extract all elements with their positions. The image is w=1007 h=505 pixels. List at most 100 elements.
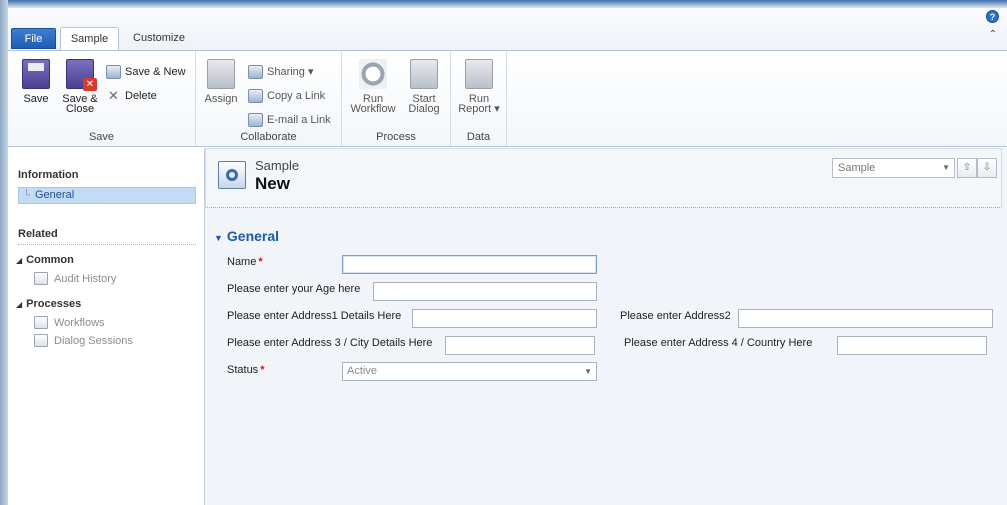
run-workflow-label-2: Workflow xyxy=(350,103,396,115)
previous-record-button[interactable]: ⇧ xyxy=(957,158,977,178)
save-new-label: Save & New xyxy=(125,66,186,78)
tab-file[interactable]: File xyxy=(11,28,56,49)
ribbon-tab-row: File Sample Customize ? ⌃ xyxy=(8,8,1007,51)
assign-button[interactable]: Assign xyxy=(203,59,239,105)
collapse-triangle-icon: ▼ xyxy=(214,233,223,243)
address4-input[interactable] xyxy=(837,336,987,355)
chevron-down-icon: ▼ xyxy=(584,367,592,376)
ribbon: Save ✕ Save & Close Save & New ✕ Delete … xyxy=(8,50,1007,147)
address1-input[interactable] xyxy=(412,309,597,328)
address2-label: Please enter Address2 xyxy=(620,310,731,322)
record-name: New xyxy=(255,174,290,193)
workflow-icon xyxy=(359,59,387,89)
run-report-button[interactable]: Run Report ▾ xyxy=(454,59,504,115)
sharing-button[interactable]: Sharing ▾ xyxy=(248,64,314,80)
name-label-text: Name xyxy=(227,256,257,268)
nav-group-processes[interactable]: ◢ Processes xyxy=(16,298,81,310)
ribbon-group-data: Run Report ▾ Data xyxy=(451,51,507,146)
address2-input[interactable] xyxy=(738,309,993,328)
expand-triangle-icon: ◢ xyxy=(16,300,23,309)
section-general-title: General xyxy=(226,228,280,244)
ribbon-group-process: Run Workflow Start Dialog Process xyxy=(342,51,451,146)
ribbon-group-label-collaborate: Collaborate xyxy=(240,131,297,143)
nav-item-workflows[interactable]: Workflows xyxy=(34,316,105,330)
report-icon xyxy=(465,59,493,89)
dialog-icon xyxy=(410,59,438,89)
nav-item-dialog-sessions[interactable]: Dialog Sessions xyxy=(34,334,133,348)
save-button[interactable]: Save xyxy=(17,59,55,105)
run-workflow-button[interactable]: Run Workflow xyxy=(347,59,399,115)
copy-link-button[interactable]: Copy a Link xyxy=(248,88,325,104)
sharing-dropdown-arrow: ▾ xyxy=(307,66,314,78)
tab-customize[interactable]: Customize xyxy=(125,27,193,51)
save-close-button[interactable]: ✕ Save & Close xyxy=(58,59,102,115)
age-input[interactable] xyxy=(373,282,597,301)
nav-item-audit-history[interactable]: Audit History xyxy=(34,272,116,286)
address3-label: Please enter Address 3 / City Details He… xyxy=(227,337,433,349)
window-top-border xyxy=(0,0,1007,8)
ribbon-group-label-data: Data xyxy=(466,131,491,143)
nav-group-common-label: Common xyxy=(26,254,74,266)
entity-icon xyxy=(218,161,246,189)
save-new-button[interactable]: Save & New xyxy=(106,64,186,80)
sharing-label: Sharing xyxy=(267,66,305,78)
tab-sample[interactable]: Sample xyxy=(60,27,119,51)
nav-heading-information: Information xyxy=(18,169,79,181)
left-navigation: Information └ General Related ◢ Common Au… xyxy=(8,148,204,505)
nav-heading-related: Related xyxy=(18,228,58,240)
tree-connector-icon: └ xyxy=(23,190,31,201)
nav-group-common[interactable]: ◢ Common xyxy=(16,254,74,266)
nav-item-general[interactable]: └ General xyxy=(18,187,196,204)
nav-item-dialog-sessions-label: Dialog Sessions xyxy=(54,335,133,347)
collapse-ribbon-icon[interactable]: ⌃ xyxy=(988,30,998,40)
delete-icon: ✕ xyxy=(108,88,119,103)
status-select[interactable]: Active ▼ xyxy=(342,362,597,381)
form-selector[interactable]: Sample ▼ xyxy=(832,158,955,178)
section-general[interactable]: ▼ General xyxy=(214,228,279,244)
assign-label: Assign xyxy=(204,93,238,105)
nav-item-workflows-label: Workflows xyxy=(54,317,105,329)
ribbon-group-label-save: Save xyxy=(88,131,115,143)
ribbon-group-collaborate: Assign Sharing ▾ Copy a Link E-mail a Li… xyxy=(196,51,342,146)
address3-input[interactable] xyxy=(445,336,595,355)
status-select-value: Active xyxy=(347,365,377,377)
save-close-icon: ✕ xyxy=(66,59,97,91)
nav-item-audit-history-label: Audit History xyxy=(54,273,117,285)
entity-name: Sample xyxy=(255,158,300,173)
help-icon[interactable]: ? xyxy=(986,10,999,23)
assign-icon xyxy=(207,59,235,89)
workflows-icon xyxy=(34,316,48,329)
expand-triangle-icon: ◢ xyxy=(16,256,23,265)
ribbon-group-save: Save ✕ Save & Close Save & New ✕ Delete … xyxy=(8,51,196,146)
save-new-icon xyxy=(106,65,121,79)
required-marker: * xyxy=(258,256,263,268)
nav-item-general-label: General xyxy=(35,189,75,201)
crm-form-window: File Sample Customize ? ⌃ Save ✕ Save & … xyxy=(8,8,1007,505)
email-link-icon xyxy=(248,113,263,127)
delete-button[interactable]: ✕ Delete xyxy=(106,88,157,104)
address4-label: Please enter Address 4 / Country Here xyxy=(624,337,813,349)
email-link-button[interactable]: E-mail a Link xyxy=(248,112,331,128)
delete-label: Delete xyxy=(125,90,157,102)
next-record-button[interactable]: ⇩ xyxy=(977,158,997,178)
address1-label: Please enter Address1 Details Here xyxy=(227,310,402,322)
chevron-down-icon: ▼ xyxy=(942,163,950,172)
required-marker: * xyxy=(260,364,265,376)
run-report-dropdown-arrow: ▾ xyxy=(494,103,500,115)
start-dialog-button[interactable]: Start Dialog xyxy=(404,59,444,115)
window-left-border xyxy=(0,0,8,505)
copy-link-label: Copy a Link xyxy=(267,90,326,102)
status-label-text: Status xyxy=(227,364,259,376)
sharing-icon xyxy=(248,65,263,79)
email-link-label: E-mail a Link xyxy=(267,114,331,126)
save-button-label: Save xyxy=(23,93,49,105)
start-dialog-label-2: Dialog xyxy=(408,103,440,115)
dialog-sessions-icon xyxy=(34,334,48,347)
name-label: Name * xyxy=(227,256,263,268)
ribbon-group-label-process: Process xyxy=(376,131,416,143)
status-label: Status * xyxy=(227,364,264,376)
form-header: Sample New Sample ▼ ⇧ ⇩ xyxy=(205,148,1002,208)
name-input[interactable] xyxy=(342,255,597,274)
save-close-label-2: Close xyxy=(65,103,95,115)
copy-link-icon xyxy=(248,89,263,103)
